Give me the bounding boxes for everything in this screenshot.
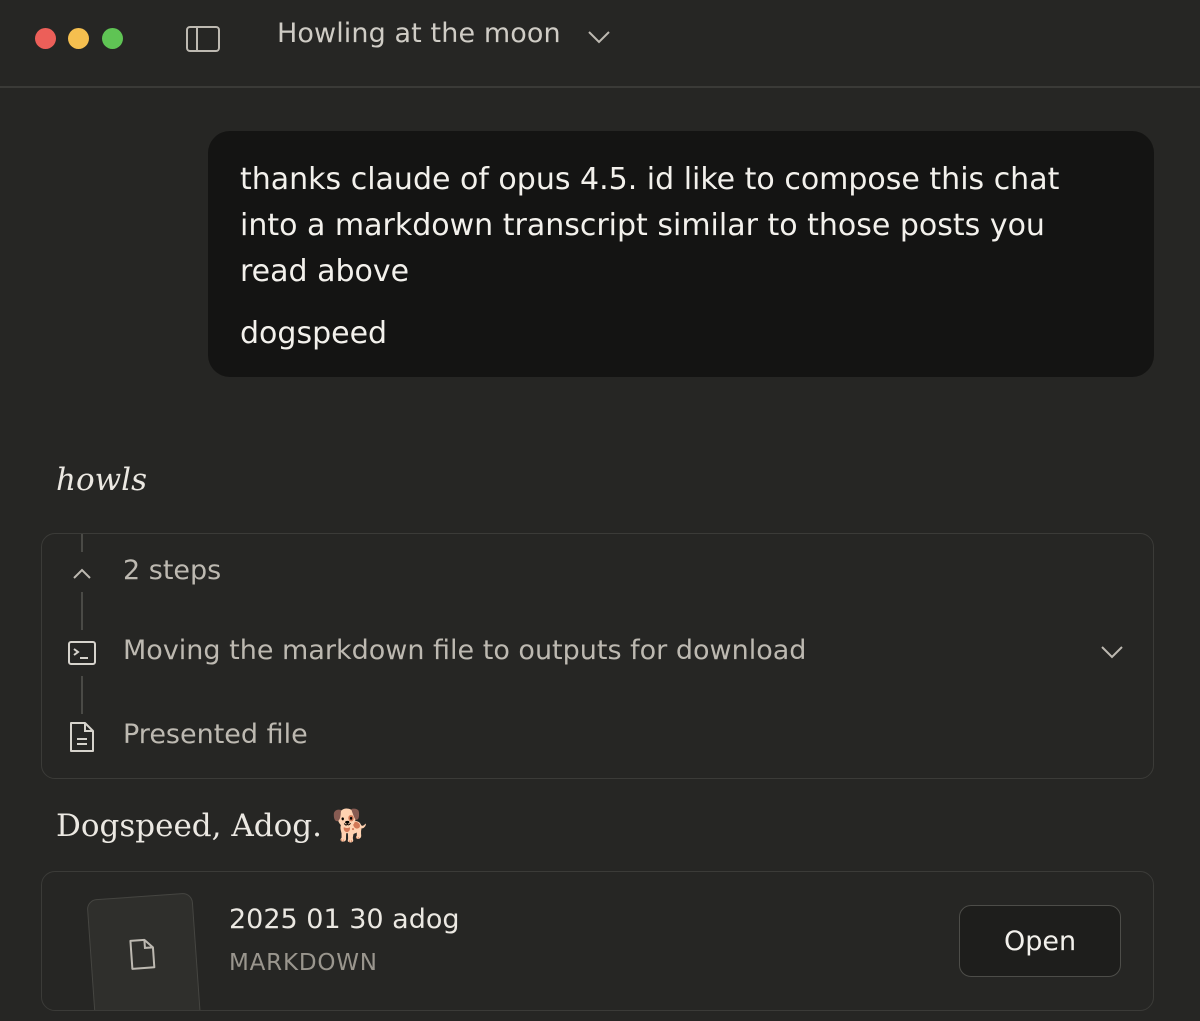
minimize-window-button[interactable] [68, 28, 89, 49]
conversation-title[interactable]: Howling at the moon [277, 18, 561, 49]
assistant-signoff-text: Dogspeed, Adog. 🐕 [56, 808, 371, 844]
steps-rail [81, 534, 83, 552]
chevron-up-icon[interactable] [66, 558, 98, 590]
chevron-down-icon[interactable] [1099, 639, 1125, 665]
steps-rail [81, 676, 83, 714]
file-type-label: MARKDOWN [229, 950, 378, 976]
file-name: 2025 01 30 adog [229, 904, 460, 935]
app-window: Howling at the moon thanks claude of opu… [0, 0, 1200, 1021]
file-thumbnail[interactable] [86, 892, 202, 1010]
terminal-icon [66, 637, 98, 669]
document-icon [66, 720, 98, 752]
steps-summary-toggle[interactable]: 2 steps [123, 555, 221, 586]
steps-rail [81, 592, 83, 630]
open-file-button[interactable]: Open [959, 905, 1121, 977]
chevron-down-icon[interactable] [586, 24, 612, 50]
steps-panel: 2 steps Moving the markdown file to outp… [41, 533, 1154, 779]
file-icon [129, 938, 156, 970]
step-label[interactable]: Moving the markdown file to outputs for … [123, 635, 806, 666]
sidebar-toggle-icon[interactable] [185, 24, 221, 54]
step-label[interactable]: Presented file [123, 719, 308, 750]
assistant-intro-text: howls [56, 462, 147, 498]
file-attachment-card[interactable]: 2025 01 30 adog MARKDOWN Open [41, 871, 1154, 1011]
close-window-button[interactable] [35, 28, 56, 49]
user-message: thanks claude of opus 4.5. id like to co… [208, 131, 1154, 377]
user-message-text: thanks claude of opus 4.5. id like to co… [240, 162, 1060, 289]
user-message-text: dogspeed [240, 316, 388, 351]
zoom-window-button[interactable] [102, 28, 123, 49]
title-bar: Howling at the moon [0, 0, 1200, 88]
